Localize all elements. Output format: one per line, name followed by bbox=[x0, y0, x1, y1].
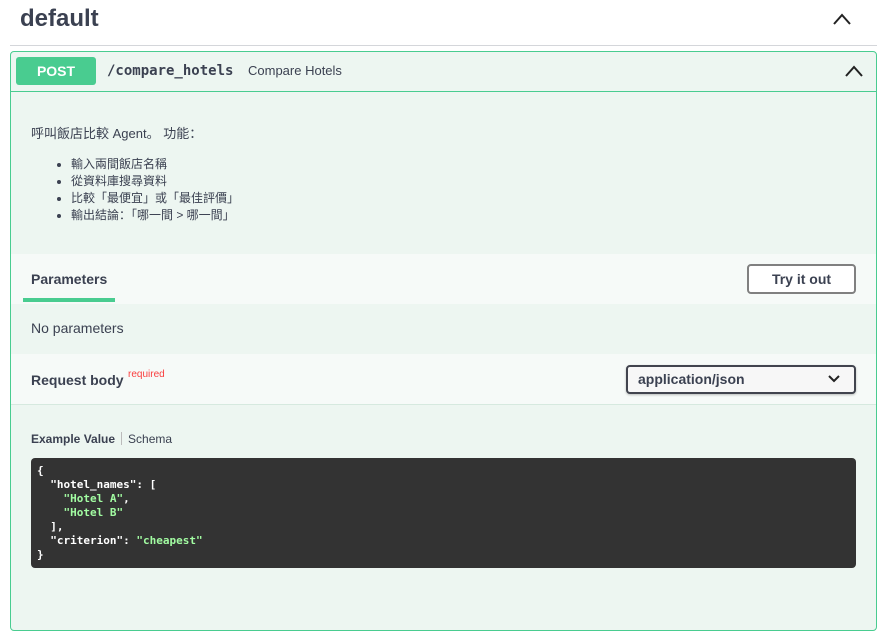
request-body-header: Request body required application/json bbox=[11, 354, 876, 405]
list-item: 輸出結論：「哪一間 > 哪一間」 bbox=[71, 207, 239, 224]
tab-example-value[interactable]: Example Value bbox=[31, 432, 115, 446]
operation-path: /compare_hotels bbox=[107, 63, 234, 79]
parameters-header: Parameters Try it out bbox=[11, 254, 876, 304]
list-item: 從資料庫搜尋資料 bbox=[71, 173, 239, 190]
code-line: } bbox=[37, 548, 44, 561]
code-line: ], bbox=[50, 520, 64, 533]
example-tabs: Example Value Schema bbox=[31, 432, 172, 446]
chevron-up-icon[interactable] bbox=[844, 64, 864, 78]
operation-summary[interactable]: POST /compare_hotels Compare Hotels bbox=[11, 52, 876, 92]
code-line: "Hotel A", bbox=[63, 492, 130, 505]
tag-title: default bbox=[20, 5, 99, 32]
code-line: "Hotel B" bbox=[63, 506, 124, 519]
content-type-value: application/json bbox=[638, 371, 745, 387]
chevron-down-icon bbox=[828, 375, 840, 383]
code-line: { bbox=[37, 464, 44, 477]
description-list: 輸入兩間飯店名稱 從資料庫搜尋資料 比較「最便宜」或「最佳評價」 輸出結論：「哪… bbox=[31, 156, 239, 224]
tab-divider bbox=[121, 432, 123, 445]
list-item: 比較「最便宜」或「最佳評價」 bbox=[71, 190, 239, 207]
chevron-up-icon[interactable] bbox=[832, 12, 852, 26]
code-line: "criterion": "cheapest" bbox=[50, 534, 203, 547]
active-tab-indicator bbox=[23, 298, 115, 302]
tab-parameters[interactable]: Parameters bbox=[31, 271, 107, 287]
operation-description: 呼叫飯店比較 Agent。 功能： bbox=[31, 126, 203, 141]
example-code-block[interactable]: { "hotel_names": [ "Hotel A", "Hotel B" … bbox=[31, 458, 856, 568]
no-parameters-text: No parameters bbox=[31, 320, 124, 336]
try-it-out-button[interactable]: Try it out bbox=[747, 264, 856, 294]
code-line: "hotel_names": [ bbox=[50, 478, 157, 491]
request-body-title: Request body bbox=[31, 372, 124, 388]
tab-schema[interactable]: Schema bbox=[128, 432, 172, 446]
content-type-select[interactable]: application/json bbox=[626, 365, 856, 394]
method-badge: POST bbox=[16, 57, 96, 85]
operation-block: POST /compare_hotels Compare Hotels 呼叫飯店… bbox=[10, 51, 877, 631]
required-label: required bbox=[128, 369, 165, 380]
operation-summary-text: Compare Hotels bbox=[248, 63, 342, 78]
list-item: 輸入兩間飯店名稱 bbox=[71, 156, 239, 173]
tag-header[interactable]: default bbox=[10, 0, 877, 46]
